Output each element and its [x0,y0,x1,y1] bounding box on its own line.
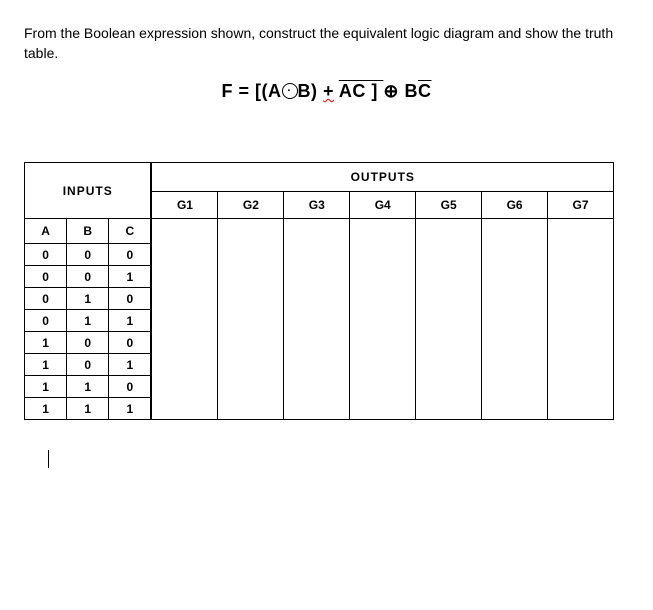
cell-a: 0 [25,288,67,310]
xor-icon: ⊕ [383,81,399,101]
cell-a: 1 [25,332,67,354]
cell-b: 0 [67,354,109,376]
col-g7: G7 [548,192,614,219]
cell-b: 0 [67,244,109,266]
cell-a: 0 [25,244,67,266]
cell-c: 1 [109,354,152,376]
cell-b: 1 [67,376,109,398]
col-b: B [67,219,109,244]
expr-c: C ] [352,81,383,101]
cell-b: 1 [67,398,109,420]
instruction-text: From the Boolean expression shown, const… [24,24,629,63]
cell-c: 1 [109,310,152,332]
expr-b: B [399,81,418,101]
col-g5: G5 [416,192,482,219]
cell-c: 0 [109,244,152,266]
expr-a-bar: A [339,81,353,101]
xnor-icon: · [282,83,298,99]
expr-c-bar: C [418,81,432,101]
col-c: C [109,219,152,244]
expr-plus: + [323,81,334,101]
cell-c: 0 [109,332,152,354]
col-g6: G6 [482,192,548,219]
cell-c: 1 [109,266,152,288]
cell-a: 0 [25,310,67,332]
col-g3: G3 [284,192,350,219]
col-a: A [25,219,67,244]
cell-c: 0 [109,376,152,398]
cell-a: 1 [25,376,67,398]
cell-b: 0 [67,332,109,354]
boolean-expression: F = [(A·B) + AC ] ⊕ BC [24,81,629,102]
cell-b: 0 [67,266,109,288]
cell-b: 1 [67,288,109,310]
col-g4: G4 [350,192,416,219]
cell-c: 1 [109,398,152,420]
inputs-header: INPUTS [25,163,152,219]
outputs-header: OUTPUTS [151,163,613,192]
cell-c: 0 [109,288,152,310]
truth-table: INPUTS OUTPUTS G1 G2 G3 G4 G5 G6 G7 A B … [24,162,614,420]
expr-prefix: F = [(A [222,81,282,101]
col-g1: G1 [151,192,217,219]
expr-after-xor: B) [298,81,324,101]
cell-a: 1 [25,398,67,420]
col-g2: G2 [218,192,284,219]
cell-a: 0 [25,266,67,288]
cell-a: 1 [25,354,67,376]
text-cursor-icon [48,450,51,468]
cell-b: 1 [67,310,109,332]
